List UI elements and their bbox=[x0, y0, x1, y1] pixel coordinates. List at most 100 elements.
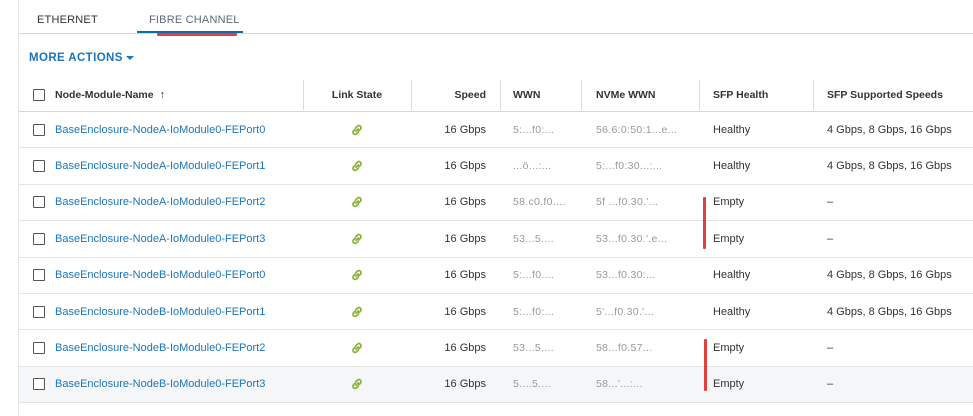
row-select-cell bbox=[33, 185, 47, 220]
port-name-link[interactable]: BaseEnclosure-NodeB-IoModule0-FEPort0 bbox=[55, 269, 265, 281]
link-icon bbox=[307, 367, 407, 402]
column-header-sfp-speeds[interactable]: SFP Supported Speeds bbox=[827, 78, 973, 111]
link-icon bbox=[307, 330, 407, 365]
sfp-speeds-cell: 4 Gbps, 8 Gbps, 16 Gbps bbox=[827, 123, 952, 136]
fibre-channel-ports-panel: ETHERNET FIBRE CHANNEL MORE ACTIONS Node… bbox=[0, 0, 973, 416]
row-checkbox[interactable] bbox=[33, 305, 45, 318]
nvme-wwn-cell: 58...'...:... bbox=[596, 378, 643, 391]
column-header-nvme-wwn[interactable]: NVMe WWN bbox=[596, 78, 706, 111]
link-icon bbox=[307, 294, 407, 329]
port-name-link[interactable]: BaseEnclosure-NodeA-IoModule0-FEPort2 bbox=[55, 196, 265, 208]
port-name-cell: BaseEnclosure-NodeB-IoModule0-FEPort1 bbox=[55, 294, 305, 329]
row-checkbox[interactable] bbox=[33, 123, 45, 136]
column-header-link-state-label: Link State bbox=[331, 88, 383, 101]
column-divider[interactable] bbox=[813, 80, 814, 110]
port-name-link[interactable]: BaseEnclosure-NodeB-IoModule0-FEPort3 bbox=[55, 378, 265, 390]
table-row[interactable]: BaseEnclosure-NodeA-IoModule0-FEPort1 16 … bbox=[19, 148, 973, 185]
nvme-wwn-cell: 53...f0.30:... bbox=[596, 269, 656, 282]
column-header-link-state[interactable]: Link State bbox=[307, 78, 407, 111]
row-select-cell bbox=[33, 367, 47, 402]
speed-cell: 16 Gbps bbox=[444, 160, 486, 173]
annotation-highlight-mark bbox=[157, 33, 237, 36]
sfp-speeds-cell: – bbox=[827, 342, 834, 355]
nvme-wwn-cell: 56.6:0:50:1...e... bbox=[596, 123, 678, 136]
row-checkbox[interactable] bbox=[33, 342, 45, 355]
column-header-sfp-health[interactable]: SFP Health bbox=[713, 78, 813, 111]
sfp-speeds-cell: 4 Gbps, 8 Gbps, 16 Gbps bbox=[827, 305, 952, 318]
caret-down-icon bbox=[125, 56, 134, 60]
port-name-cell: BaseEnclosure-NodeA-IoModule0-FEPort0 bbox=[55, 112, 305, 147]
row-checkbox[interactable] bbox=[33, 269, 45, 282]
column-divider[interactable] bbox=[500, 80, 501, 110]
port-name-link[interactable]: BaseEnclosure-NodeB-IoModule0-FEPort2 bbox=[55, 342, 265, 354]
column-divider[interactable] bbox=[581, 80, 582, 110]
speed-cell: 16 Gbps bbox=[444, 305, 486, 318]
column-header-sfp-speeds-label: SFP Supported Speeds bbox=[827, 88, 943, 101]
wwn-cell: 58.c0.f0.... bbox=[513, 196, 566, 209]
table-row[interactable]: BaseEnclosure-NodeA-IoModule0-FEPort3 16 … bbox=[19, 221, 973, 258]
link-icon bbox=[307, 221, 407, 256]
row-select-cell bbox=[33, 294, 47, 329]
wwn-cell: ...ö...:... bbox=[513, 160, 552, 173]
row-checkbox[interactable] bbox=[33, 196, 45, 209]
wwn-cell: 5:...f0:... bbox=[513, 305, 555, 318]
header-select-cell bbox=[33, 78, 47, 111]
table-row[interactable]: BaseEnclosure-NodeA-IoModule0-FEPort2 16 … bbox=[19, 185, 973, 222]
link-icon bbox=[307, 185, 407, 220]
sfp-health-cell: Healthy bbox=[713, 160, 751, 173]
column-header-name[interactable]: Node-Module-Name ↑ bbox=[55, 78, 305, 111]
link-icon bbox=[307, 148, 407, 183]
tab-ethernet[interactable]: ETHERNET bbox=[37, 14, 98, 26]
port-name-cell: BaseEnclosure-NodeB-IoModule0-FEPort2 bbox=[55, 330, 305, 365]
column-header-sfp-health-label: SFP Health bbox=[713, 88, 769, 101]
port-name-link[interactable]: BaseEnclosure-NodeA-IoModule0-FEPort0 bbox=[55, 124, 265, 136]
row-checkbox[interactable] bbox=[33, 160, 45, 173]
wwn-cell: 5:...f0:... bbox=[513, 123, 555, 136]
table-row[interactable]: BaseEnclosure-NodeB-IoModule0-FEPort1 16 … bbox=[19, 294, 973, 331]
table-row[interactable]: BaseEnclosure-NodeB-IoModule0-FEPort3 16 … bbox=[19, 366, 973, 404]
sfp-health-cell: Empty bbox=[713, 232, 745, 245]
nvme-wwn-cell: 53...f0.30.'.e... bbox=[596, 232, 668, 245]
row-checkbox[interactable] bbox=[33, 232, 45, 245]
sfp-health-cell: Empty bbox=[713, 342, 745, 355]
nvme-wwn-cell: 58...f0.57... bbox=[596, 342, 653, 355]
select-all-checkbox[interactable] bbox=[33, 88, 45, 101]
column-header-speed[interactable]: Speed bbox=[409, 78, 486, 111]
column-divider[interactable] bbox=[699, 80, 700, 110]
speed-cell: 16 Gbps bbox=[444, 269, 486, 282]
table-row[interactable]: BaseEnclosure-NodeA-IoModule0-FEPort0 16 … bbox=[19, 112, 973, 149]
column-header-wwn-label: WWN bbox=[513, 88, 541, 101]
row-checkbox[interactable] bbox=[33, 378, 45, 391]
speed-cell: 16 Gbps bbox=[444, 196, 486, 209]
nvme-wwn-cell: 5:...f0:30...:... bbox=[596, 160, 663, 173]
speed-cell: 16 Gbps bbox=[444, 123, 486, 136]
port-type-tabs: ETHERNET FIBRE CHANNEL bbox=[19, 0, 973, 36]
tab-fibre-channel[interactable]: FIBRE CHANNEL bbox=[149, 14, 240, 26]
sfp-health-cell: Healthy bbox=[713, 123, 751, 136]
column-header-wwn[interactable]: WWN bbox=[513, 78, 583, 111]
sort-ascending-icon: ↑ bbox=[159, 88, 166, 101]
nvme-wwn-cell: 5'...f0.30.'... bbox=[596, 305, 655, 318]
table-row[interactable]: BaseEnclosure-NodeB-IoModule0-FEPort2 16 … bbox=[19, 330, 973, 367]
speed-cell: 16 Gbps bbox=[444, 378, 486, 391]
more-actions-label: MORE ACTIONS bbox=[29, 52, 123, 64]
port-name-link[interactable]: BaseEnclosure-NodeA-IoModule0-FEPort3 bbox=[55, 233, 265, 245]
link-icon bbox=[307, 258, 407, 293]
column-header-nvme-wwn-label: NVMe WWN bbox=[596, 88, 656, 101]
wwn-cell: 53...5.... bbox=[513, 232, 554, 245]
annotation-highlight-mark bbox=[704, 339, 707, 391]
row-select-cell bbox=[33, 221, 47, 256]
table-row[interactable]: BaseEnclosure-NodeB-IoModule0-FEPort0 16 … bbox=[19, 258, 973, 294]
port-name-cell: BaseEnclosure-NodeA-IoModule0-FEPort2 bbox=[55, 185, 305, 220]
port-name-link[interactable]: BaseEnclosure-NodeB-IoModule0-FEPort1 bbox=[55, 306, 265, 318]
column-divider[interactable] bbox=[303, 80, 304, 110]
wwn-cell: 53...5.... bbox=[513, 342, 554, 355]
table-header-row: Node-Module-Name ↑ Link State Speed WWN … bbox=[19, 78, 973, 112]
speed-cell: 16 Gbps bbox=[444, 232, 486, 245]
wwn-cell: 5....5.... bbox=[513, 378, 552, 391]
more-actions-button[interactable]: MORE ACTIONS bbox=[29, 52, 134, 64]
port-name-link[interactable]: BaseEnclosure-NodeA-IoModule0-FEPort1 bbox=[55, 160, 265, 172]
sfp-health-cell: Healthy bbox=[713, 305, 751, 318]
link-icon bbox=[307, 112, 407, 147]
annotation-highlight-mark bbox=[703, 197, 706, 249]
